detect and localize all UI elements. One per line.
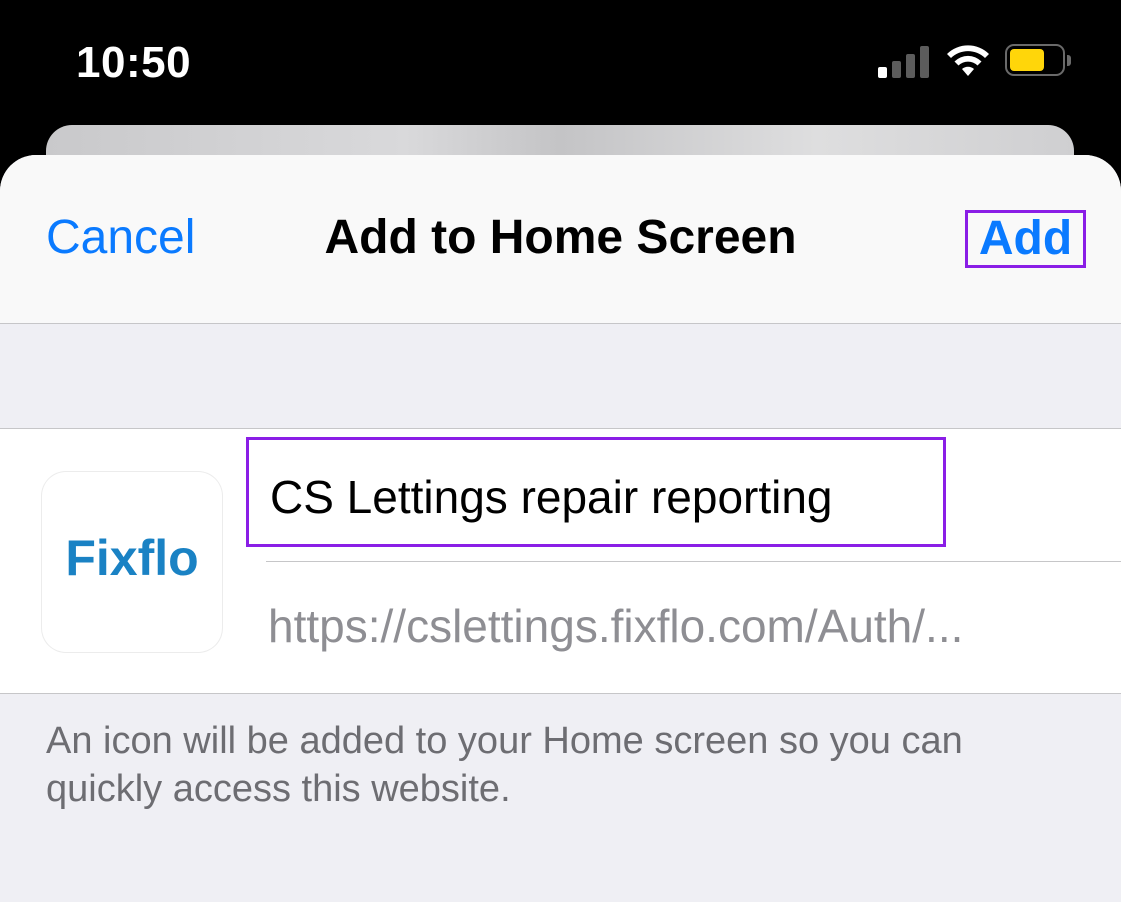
status-bar: 10:50	[0, 0, 1121, 130]
shortcut-url-text: https://cslettings.fixflo.com/Auth/...	[268, 600, 964, 652]
fixflo-app-icon: Fixflo	[42, 472, 222, 652]
cellular-signal-icon	[878, 44, 932, 78]
wifi-icon	[944, 42, 992, 80]
fixflo-logo-text: Fixflo	[65, 530, 199, 586]
section-spacer	[0, 324, 1121, 428]
helper-note: An icon will be added to your Home scree…	[46, 720, 963, 810]
status-time: 10:50	[76, 38, 192, 87]
shortcut-details-card: Fixflo CS Lettings repair reporting http…	[0, 428, 1121, 694]
field-divider	[266, 561, 1121, 562]
add-to-home-screen-sheet: Cancel Add to Home Screen Add Fixflo CS …	[0, 155, 1121, 902]
sheet-title: Add to Home Screen	[324, 211, 797, 264]
sheet-navigation-bar: Cancel Add to Home Screen Add	[0, 155, 1121, 324]
battery-icon	[1005, 44, 1071, 78]
add-button[interactable]: Add	[965, 210, 1086, 268]
shortcut-name-field[interactable]: CS Lettings repair reporting	[246, 437, 946, 547]
